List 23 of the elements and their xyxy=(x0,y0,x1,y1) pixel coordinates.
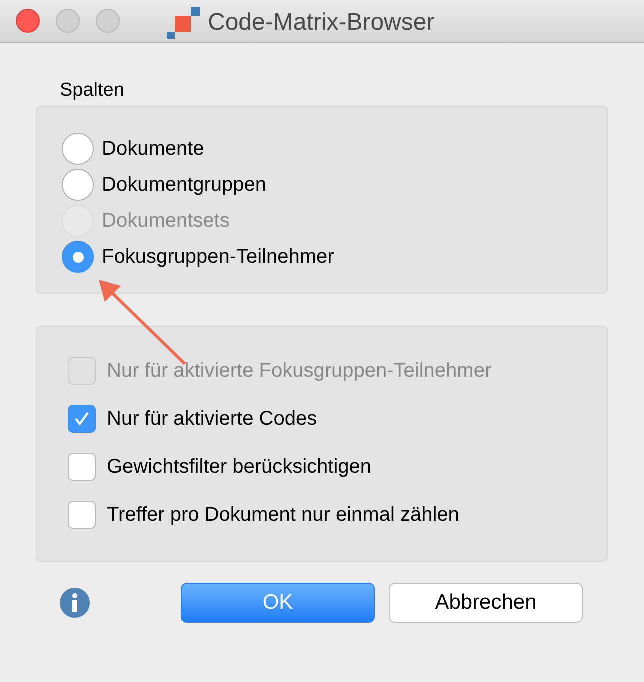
radio-button[interactable] xyxy=(62,169,94,201)
radio-label: Dokumentsets xyxy=(102,209,230,234)
radio-button[interactable] xyxy=(62,133,94,165)
section-label: Spalten xyxy=(60,79,124,102)
checkbox-label: Treffer pro Dokument nur einmal zählen xyxy=(107,503,460,528)
radio-label: Dokumentgruppen xyxy=(102,173,267,198)
cancel-button[interactable]: Abbrechen xyxy=(389,583,583,623)
window-title: Code-Matrix-Browser xyxy=(208,8,435,38)
checkbox[interactable] xyxy=(68,501,96,529)
checkbox[interactable] xyxy=(68,453,96,481)
minimize-button[interactable] xyxy=(56,9,80,33)
checkmark-icon xyxy=(74,411,90,427)
zoom-button[interactable] xyxy=(96,9,120,33)
checkbox-label: Nur für aktivierte Fokusgruppen-Teilnehmer xyxy=(107,359,492,384)
checkbox-label: Nur für aktivierte Codes xyxy=(107,407,318,432)
app-logo-icon xyxy=(167,7,200,39)
radio-button[interactable] xyxy=(62,241,94,273)
checkbox-label: Gewichtsfilter berücksichtigen xyxy=(107,455,372,480)
radio-label: Dokumente xyxy=(102,137,204,162)
radio-label: Fokusgruppen-Teilnehmer xyxy=(102,245,334,270)
close-button[interactable] xyxy=(16,9,40,33)
checkbox[interactable] xyxy=(68,405,96,433)
info-icon[interactable] xyxy=(60,588,90,618)
